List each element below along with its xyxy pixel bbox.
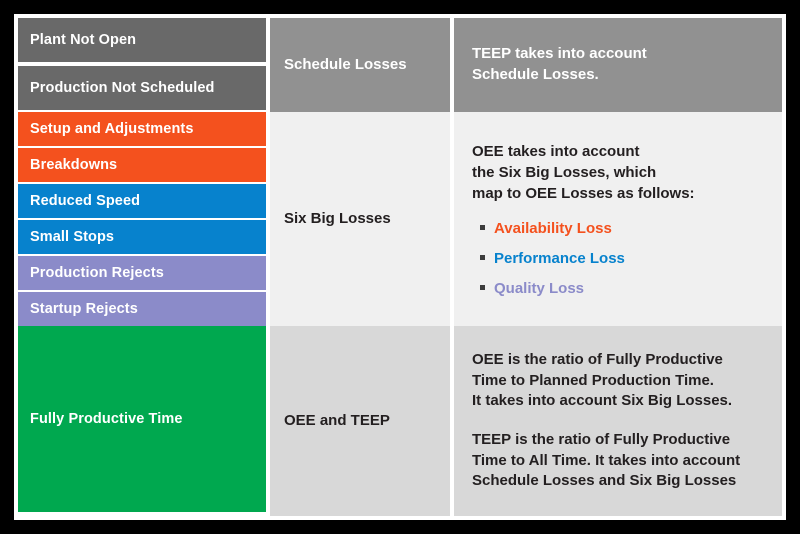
loss-label: Availability Loss [494,219,612,237]
bar-small-stops[interactable]: Small Stops [18,220,266,254]
six-big-losses-description: OEE takes into account the Six Big Losse… [472,142,782,204]
bar-label: Plant Not Open [30,31,137,48]
description-line-3: map to OEE Losses as follows: [472,184,695,202]
oee-definition-line-2: Time to Planned Production Time. [472,371,714,389]
list-item-availability-loss: Availability Loss [480,219,782,237]
category-oee-and-teep: OEE and TEEP [270,326,450,516]
bar-reduced-speed[interactable]: Reduced Speed [18,184,266,218]
bar-label: Production Rejects [30,264,164,281]
description-line-2: the Six Big Losses, which [472,164,657,182]
list-item-quality-loss: Quality Loss [480,279,782,297]
diagram-frame: Plant Not Open Production Not Scheduled … [0,0,800,534]
category-schedule-losses: Schedule Losses [270,18,450,112]
bar-label: Production Not Scheduled [30,79,215,96]
bar-label: Setup and Adjustments [30,120,194,137]
teep-definition-line-2: Time to All Time. It takes into account [472,451,741,469]
bar-label: Startup Rejects [30,300,138,317]
loss-label: Quality Loss [494,279,585,297]
oee-definition-line-3: It takes into account Six Big Losses. [472,392,733,410]
bar-label: Fully Productive Time [30,410,183,427]
oee-loss-list: Availability Loss Performance Loss Quali… [472,221,782,296]
description-six-big-losses: OEE takes into account the Six Big Losse… [454,112,782,326]
bar-setup-and-adjustments[interactable]: Setup and Adjustments [18,112,266,146]
band-schedule-losses: Plant Not Open Production Not Scheduled … [14,18,786,112]
band-oee-and-teep: Fully Productive Time OEE and TEEP OEE i… [14,326,786,516]
category-six-big-losses: Six Big Losses [270,112,450,326]
bar-label: Small Stops [30,228,115,245]
category-label: Six Big Losses [284,209,391,227]
description-line-1: OEE takes into account [472,143,640,161]
bar-label: Breakdowns [30,156,118,173]
teep-definition-line-1: TEEP is the ratio of Fully Productive [472,431,731,448]
oee-definition-paragraph: OEE is the ratio of Fully Productive Tim… [472,350,782,412]
bar-fully-productive-time[interactable]: Fully Productive Time [18,326,266,512]
list-item-performance-loss: Performance Loss [480,249,782,267]
diagram-canvas: Plant Not Open Production Not Scheduled … [14,14,786,520]
bullet-square-icon [480,224,485,230]
description-oee-and-teep: OEE is the ratio of Fully Productive Tim… [454,326,782,516]
bar-production-rejects[interactable]: Production Rejects [18,256,266,290]
bar-startup-rejects[interactable]: Startup Rejects [18,292,266,326]
bar-plant-not-open[interactable]: Plant Not Open [18,18,266,62]
teep-definition-line-3: Schedule Losses and Six Big Losses [472,472,737,490]
schedule-losses-description: TEEP takes into account Schedule Losses. [472,45,647,83]
bar-label: Reduced Speed [30,192,141,209]
bullet-square-icon [480,254,485,260]
category-label: OEE and TEEP [284,411,390,429]
bar-breakdowns[interactable]: Breakdowns [18,148,266,182]
description-schedule-losses: TEEP takes into account Schedule Losses. [454,18,782,112]
bullet-square-icon [480,284,485,290]
loss-label: Performance Loss [494,249,625,267]
category-label: Schedule Losses [284,55,407,73]
bar-production-not-scheduled[interactable]: Production Not Scheduled [18,66,266,110]
teep-definition-paragraph: TEEP is the ratio of Fully Productive Ti… [472,430,782,492]
band-six-big-losses: Setup and Adjustments Breakdowns Reduced… [14,112,786,326]
oee-definition-line-1: OEE is the ratio of Fully Productive [472,350,723,368]
